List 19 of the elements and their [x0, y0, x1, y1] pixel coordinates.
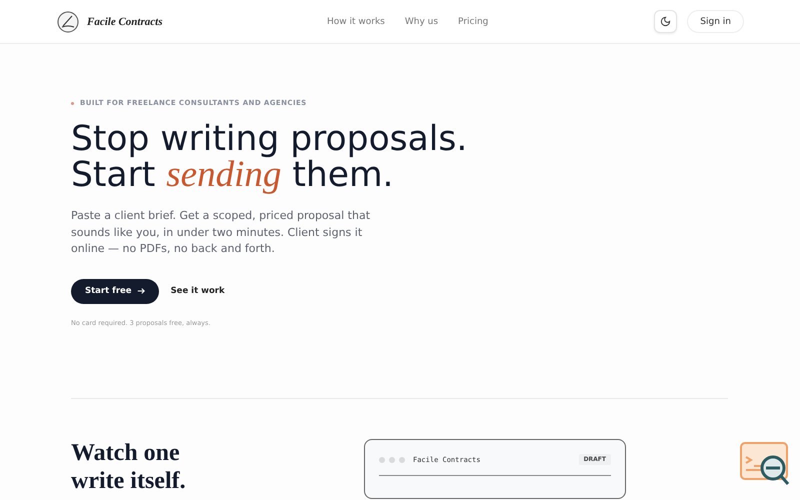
start-free-button[interactable]: Start free: [71, 278, 159, 304]
headline: Start sending them.: [71, 157, 394, 193]
bullet-icon: [71, 102, 74, 104]
nav-link[interactable]: How it works: [327, 16, 385, 26]
section-heading: Watch one: [71, 439, 180, 467]
headline: Stop writing proposals.: [71, 121, 468, 157]
code-search-icon[interactable]: [740, 442, 790, 488]
window-dots-icon: [379, 456, 405, 462]
nav-link[interactable]: Why us: [404, 16, 438, 26]
logo-icon: [57, 10, 79, 32]
nav-link[interactable]: Pricing: [458, 16, 488, 26]
brand-name: Facile Contracts: [87, 16, 162, 28]
theme-toggle-button[interactable]: [654, 10, 678, 33]
section-heading: write itself.: [71, 467, 186, 495]
lead-paragraph: Paste a client brief. Get a scoped, priced proposal that sounds like you, in under two minutes. Client signs it online — no PDFs, no back and forth.: [71, 208, 372, 257]
moon-icon: [660, 16, 672, 27]
see-it-work-link[interactable]: See it work: [170, 286, 225, 296]
sign-in-button[interactable]: Sign in: [687, 10, 744, 33]
arrow-icon: [136, 287, 145, 295]
